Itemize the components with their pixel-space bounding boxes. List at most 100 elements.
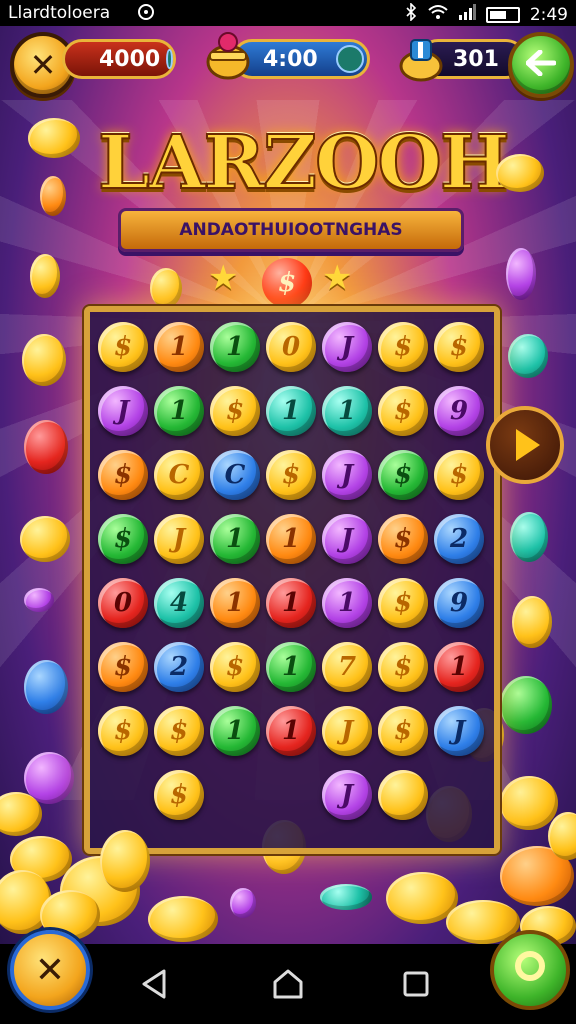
coin-tile[interactable]: $ xyxy=(98,450,148,500)
treasure-pot-icon xyxy=(204,30,252,80)
flying-coin xyxy=(24,588,54,612)
coin-tile[interactable]: 1 xyxy=(266,578,316,628)
coin-bag-icon xyxy=(398,34,444,82)
flying-coin xyxy=(500,676,552,734)
timer-display: 4:00 xyxy=(232,39,370,79)
coin-tile[interactable]: $ xyxy=(154,706,204,756)
coin-tile[interactable]: 1 xyxy=(322,578,372,628)
logo-title: LARZOOH xyxy=(97,119,511,207)
close-x-icon: ✕ xyxy=(29,46,57,84)
play-icon xyxy=(516,429,540,461)
coin-tile[interactable]: 1 xyxy=(154,386,204,436)
coin-tile[interactable]: J xyxy=(434,706,484,756)
coin-tile[interactable]: 1 xyxy=(210,322,260,372)
flying-coin xyxy=(512,596,552,648)
back-button[interactable] xyxy=(508,32,574,98)
coin-tile[interactable]: $ xyxy=(98,706,148,756)
back-arrow-icon xyxy=(525,46,557,84)
flying-coin xyxy=(24,660,68,714)
coin-tile[interactable]: 1 xyxy=(210,706,260,756)
featured-coin: $ xyxy=(262,258,312,308)
pile-coin xyxy=(148,896,218,942)
flying-coin xyxy=(24,420,68,474)
battery-icon xyxy=(485,6,520,23)
coins-counter: 4000 xyxy=(62,39,176,79)
coin-tile[interactable]: $ xyxy=(98,322,148,372)
close-x-icon: ✕ xyxy=(34,949,66,991)
coin-tile[interactable]: $ xyxy=(266,450,316,500)
coin-tile[interactable]: 2 xyxy=(434,514,484,564)
gems-value: 301 xyxy=(453,46,499,72)
coin-tile[interactable]: 0 xyxy=(266,322,316,372)
coin-tile[interactable]: 4 xyxy=(154,578,204,628)
coin-tile[interactable]: C xyxy=(154,450,204,500)
coin-tile[interactable]: $ xyxy=(434,322,484,372)
coin-tile[interactable]: 2 xyxy=(154,642,204,692)
coin-tile[interactable]: J xyxy=(322,706,372,756)
coin-tile[interactable]: 9 xyxy=(434,578,484,628)
coin-tile[interactable]: 1 xyxy=(266,386,316,436)
coin-tile[interactable]: 1 xyxy=(154,322,204,372)
coin-icon xyxy=(335,45,364,73)
coin-tile[interactable]: $ xyxy=(210,642,260,692)
coin-tile[interactable]: 9 xyxy=(434,386,484,436)
flying-coin xyxy=(30,254,60,298)
ring-icon xyxy=(512,948,548,993)
coin-tile[interactable]: J xyxy=(154,514,204,564)
star-icon: ★ xyxy=(322,258,353,298)
coin-tile[interactable]: $ xyxy=(378,386,428,436)
game-board: $1 1 0 J $ $ J 1 $1 1 $9 $ C C $ J $ $ $ J 1 1 J $2 0 4 1 1 1 $9 $2 $1 7… xyxy=(84,306,500,854)
timer-value: 4:00 xyxy=(263,46,318,72)
coin-icon xyxy=(166,49,173,69)
coin-tile[interactable]: $ xyxy=(98,514,148,564)
coin-tile[interactable]: 1 xyxy=(266,514,316,564)
flying-coin xyxy=(500,776,558,830)
coin-tile[interactable]: 0 xyxy=(98,578,148,628)
flying-coin xyxy=(22,334,66,386)
flying-coin xyxy=(230,888,256,918)
coin-tile[interactable]: 1 xyxy=(434,642,484,692)
coin-tile[interactable]: J xyxy=(322,770,372,820)
play-button[interactable] xyxy=(486,406,564,484)
flying-coin xyxy=(320,884,372,910)
coins-value: 4000 xyxy=(99,46,161,72)
wifi-icon xyxy=(428,4,448,25)
coin-tile[interactable]: 7 xyxy=(322,642,372,692)
coin-tile[interactable]: J xyxy=(322,322,372,372)
coin-tile[interactable]: 1 xyxy=(210,578,260,628)
coin-tile[interactable]: $ xyxy=(378,642,428,692)
status-bar: Llardtoloera 2:49 xyxy=(0,0,576,26)
coin-tile[interactable]: $ xyxy=(378,450,428,500)
coin-tile[interactable]: $ xyxy=(210,386,260,436)
coin-tile[interactable]: J xyxy=(322,514,372,564)
bottom-close-button[interactable]: ✕ xyxy=(10,930,90,1010)
flying-coin xyxy=(506,248,536,300)
coin-tile[interactable] xyxy=(378,770,428,820)
coin-tile[interactable]: J xyxy=(98,386,148,436)
flying-coin xyxy=(150,268,182,308)
coin-tile[interactable]: $ xyxy=(378,706,428,756)
coin-tile[interactable]: $ xyxy=(154,770,204,820)
recents-nav-icon[interactable] xyxy=(400,968,432,1000)
logo-subtitle: ANDAOTHUIOOTNGHAS xyxy=(118,208,464,252)
flying-coin xyxy=(28,118,80,158)
coin-tile[interactable]: J xyxy=(322,450,372,500)
coin-tile[interactable]: $ xyxy=(434,450,484,500)
coin-tile[interactable]: $ xyxy=(98,642,148,692)
coin-tile[interactable]: $ xyxy=(378,322,428,372)
tile-grid: $1 1 0 J $ $ J 1 $1 1 $9 $ C C $ J $ $ $ J 1 1 J $2 0 4 1 1 1 $9 $2 $1 7… xyxy=(94,316,490,842)
coin-tile[interactable]: 1 xyxy=(210,514,260,564)
status-time: 2:49 xyxy=(529,4,568,25)
coin-tile[interactable]: $ xyxy=(378,514,428,564)
coin-tile[interactable]: $ xyxy=(378,578,428,628)
bottom-ring-button[interactable] xyxy=(490,930,570,1010)
coin-tile[interactable]: 1 xyxy=(266,642,316,692)
home-nav-icon[interactable] xyxy=(272,968,304,1000)
game-logo: LARZOOH ANDAOTHUIOOTNGHAS xyxy=(97,119,511,252)
back-nav-icon[interactable] xyxy=(138,968,170,1000)
signal-icon xyxy=(458,4,476,25)
coin-tile[interactable]: 1 xyxy=(266,706,316,756)
app-icon xyxy=(136,2,156,27)
coin-tile[interactable]: 1 xyxy=(322,386,372,436)
coin-tile[interactable]: C xyxy=(210,450,260,500)
